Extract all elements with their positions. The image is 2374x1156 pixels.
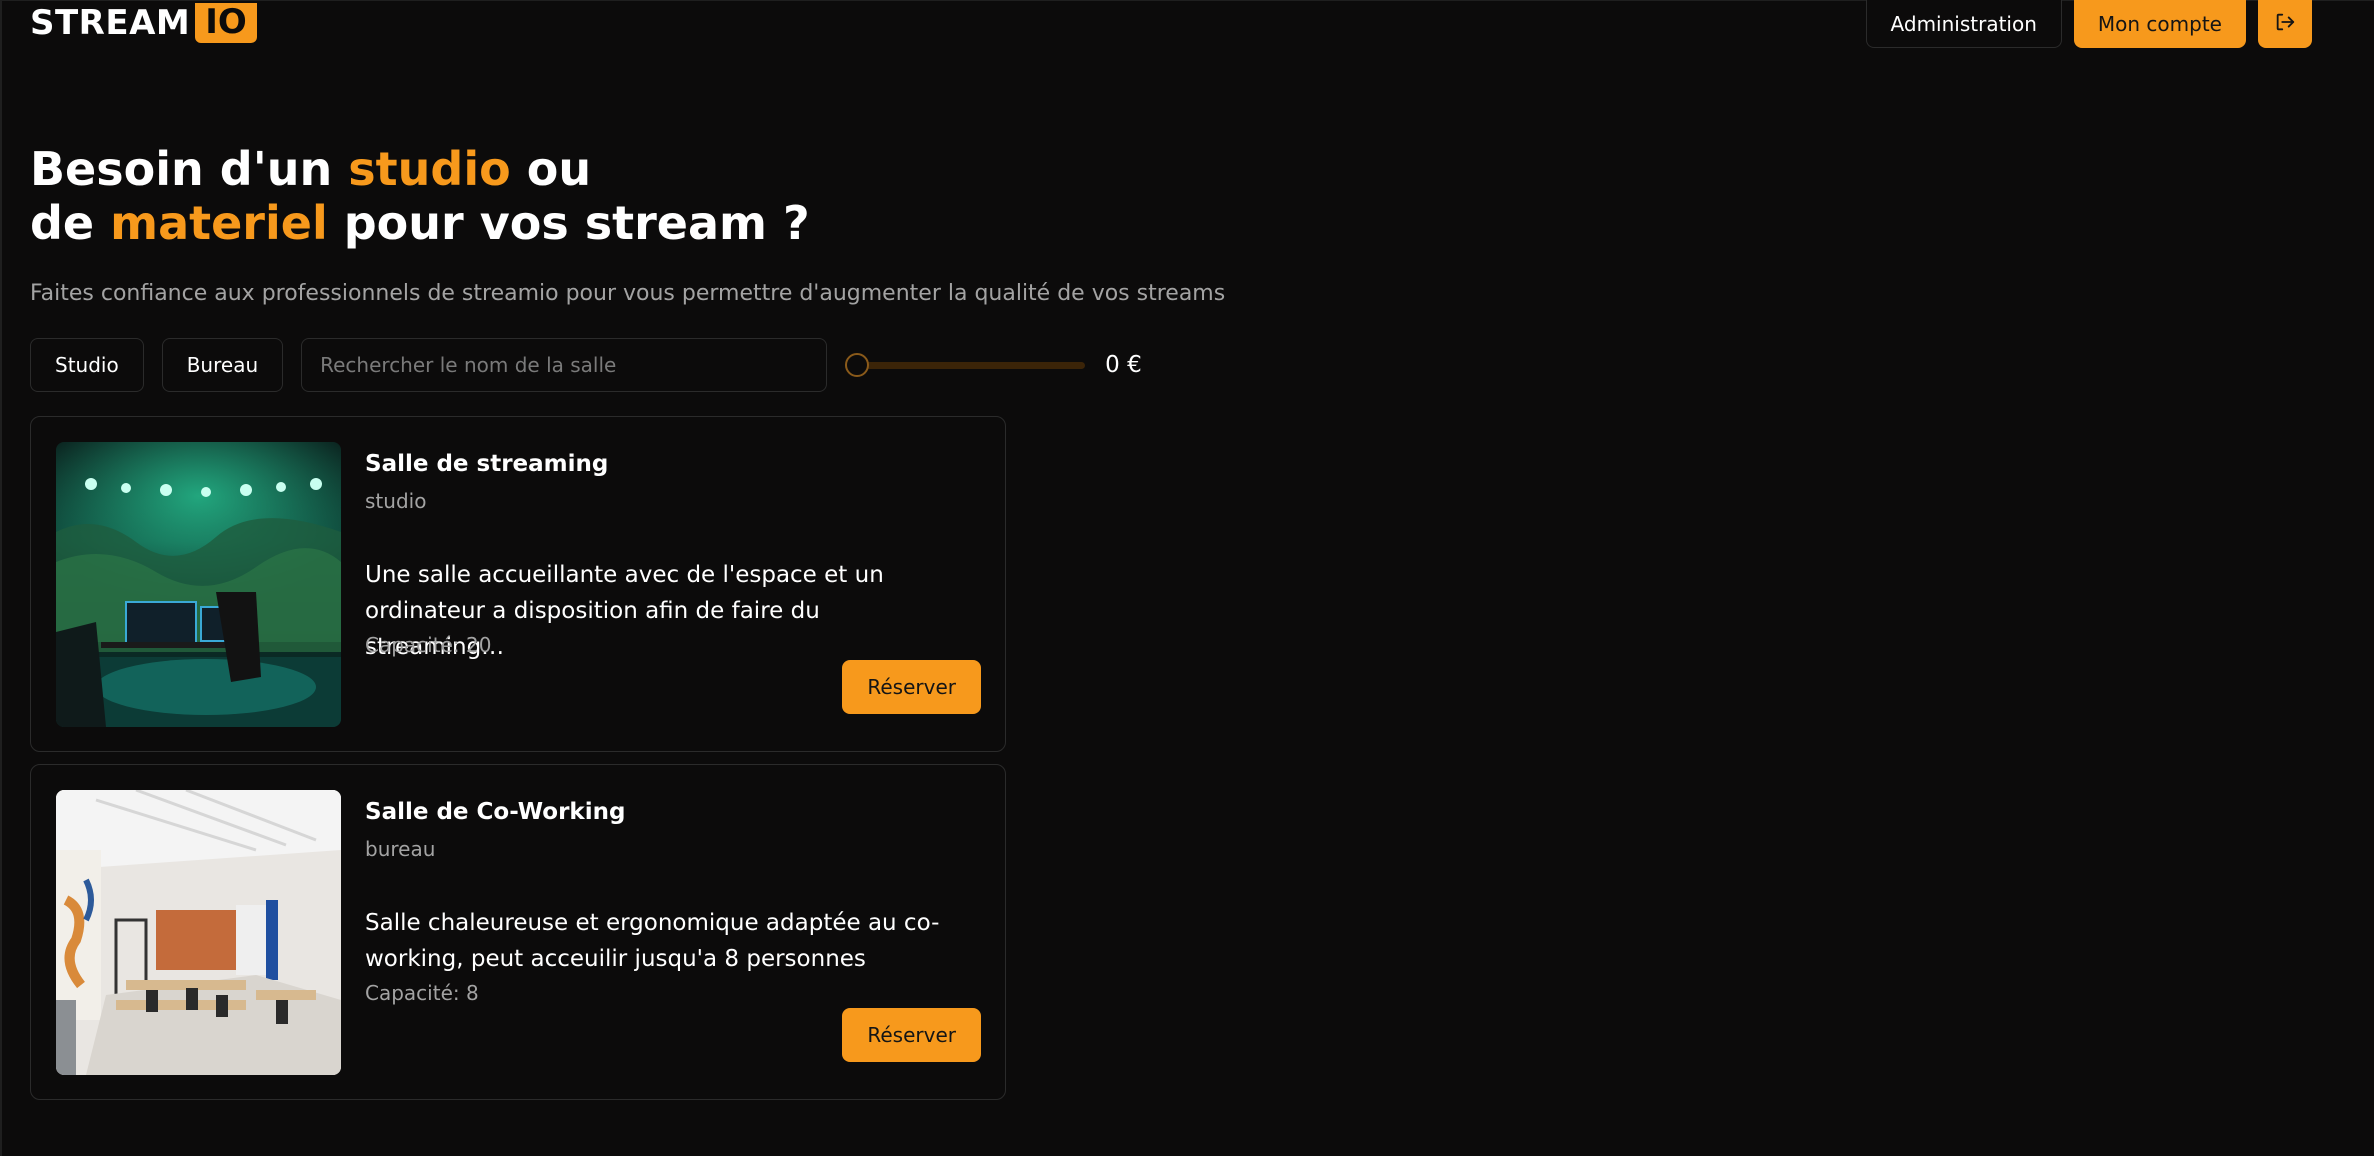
price-slider-thumb[interactable] <box>845 353 870 377</box>
room-type: studio <box>365 489 427 513</box>
room-description: Salle chaleureuse et ergonomique adaptée… <box>365 910 940 972</box>
filter-bureau-button[interactable]: Bureau <box>161 338 284 392</box>
filters-bar: Studio Bureau 0 € <box>30 338 1142 392</box>
room-title: Salle de Co-Working <box>365 799 626 825</box>
filter-studio-button[interactable]: Studio <box>30 338 144 392</box>
hero-accent-studio: studio <box>348 142 511 196</box>
hero-title: Besoin d'un studio ou de materiel pour v… <box>30 142 810 250</box>
administration-button[interactable]: Administration <box>1865 0 2062 48</box>
reserve-button[interactable]: Réserver <box>842 1008 981 1062</box>
room-type: bureau <box>365 837 436 861</box>
price-slider[interactable] <box>845 351 1086 379</box>
logo-word: STREAM <box>30 3 191 43</box>
room-image-coworking <box>56 790 341 1075</box>
logout-icon <box>2274 11 2296 37</box>
room-title: Salle de streaming <box>365 451 609 477</box>
room-search-input[interactable] <box>301 338 828 392</box>
room-card: Salle de streaming studio Une salle accu… <box>30 416 1006 752</box>
room-capacity: Capacité: 20 <box>365 633 492 657</box>
reserve-button[interactable]: Réserver <box>842 660 981 714</box>
logout-button[interactable] <box>2258 0 2312 48</box>
room-card: Salle de Co-Working bureau Salle chaleur… <box>30 764 1006 1100</box>
hero-text: de <box>30 196 111 250</box>
logo[interactable]: STREAM IO <box>30 0 257 46</box>
account-button[interactable]: Mon compte <box>2073 0 2246 48</box>
hero-subtitle: Faites confiance aux professionnels de s… <box>30 281 1226 306</box>
price-slider-track <box>845 362 1086 369</box>
room-image-streaming <box>56 442 341 727</box>
hero-text: ou <box>510 142 592 196</box>
logo-badge: IO <box>195 3 257 43</box>
room-capacity: Capacité: 8 <box>365 981 479 1005</box>
hero-accent-materiel: materiel <box>110 196 328 250</box>
top-nav: Administration Mon compte <box>1865 0 2312 48</box>
price-value: 0 € <box>1105 352 1142 378</box>
hero-text: Besoin d'un <box>30 142 349 196</box>
hero-text: pour vos stream ? <box>327 196 810 250</box>
